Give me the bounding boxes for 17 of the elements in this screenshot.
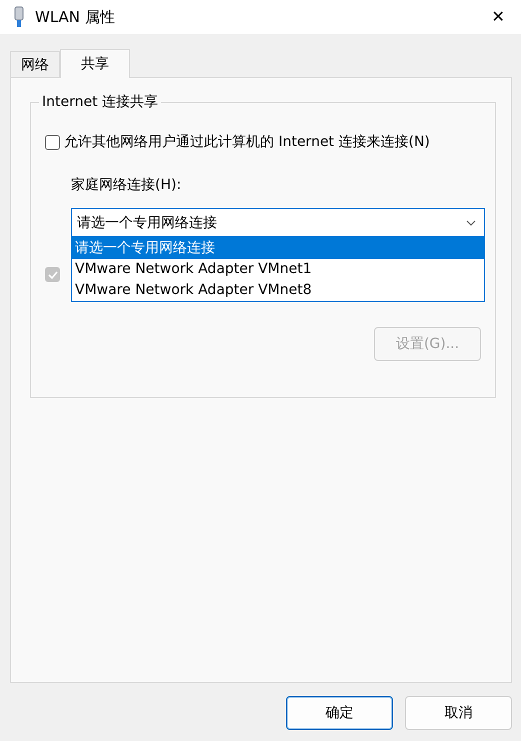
group-title: Internet 连接共享	[39, 93, 162, 111]
chevron-down-icon	[466, 220, 476, 226]
tab[interactable]: 共享	[60, 49, 130, 78]
dialog-button[interactable]: 确定	[286, 696, 393, 730]
dropdown-option[interactable]: VMware Network Adapter VMnet1	[72, 259, 484, 280]
dropdown-option[interactable]: VMware Network Adapter VMnet8	[72, 280, 484, 301]
tab[interactable]: 网络	[10, 51, 60, 77]
dropdown[interactable]: 请选一个专用网络连接	[71, 208, 485, 237]
checkbox[interactable]	[45, 134, 60, 150]
field-label: 家庭网络连接(H):	[71, 176, 182, 194]
dropdown-option[interactable]: 请选一个专用网络连接	[72, 238, 484, 259]
check-icon	[48, 270, 58, 280]
dialog-button[interactable]: 取消	[405, 696, 512, 730]
window-title: WLAN 属性	[35, 8, 116, 26]
network-adapter-icon	[13, 6, 25, 28]
checkbox-label: 允许其他网络用户通过此计算机的 Internet 连接来连接(N)	[64, 133, 430, 151]
close-button[interactable]: ✕	[475, 0, 521, 34]
